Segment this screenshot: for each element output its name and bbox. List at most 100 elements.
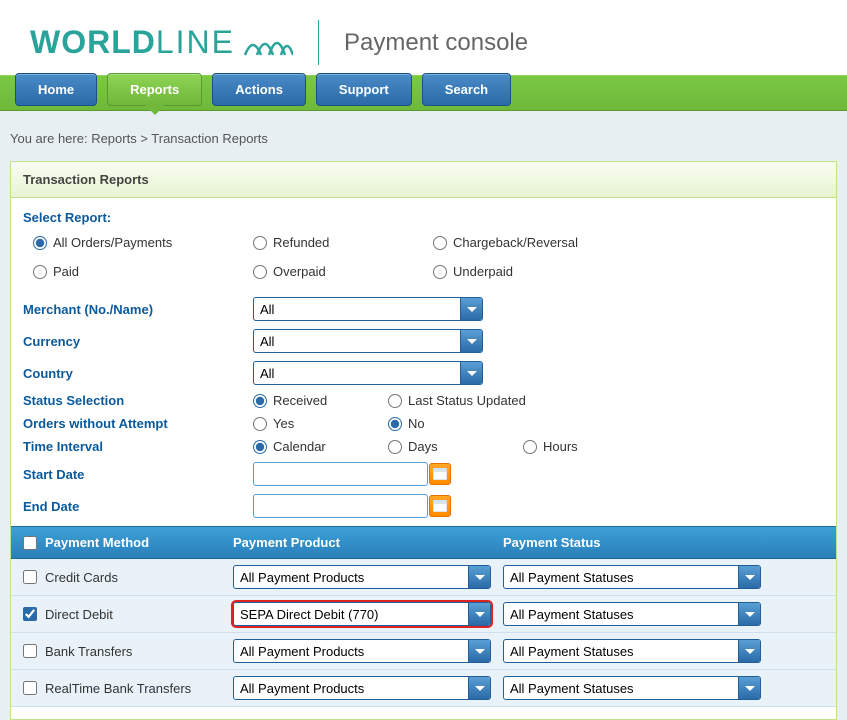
radio-attempt-yes[interactable]: Yes — [253, 416, 348, 431]
payment-status-value[interactable] — [503, 602, 761, 626]
radio-overpaid[interactable]: Overpaid — [253, 264, 433, 279]
content: You are here: Reports > Transaction Repo… — [0, 111, 847, 720]
orders-without-attempt-label: Orders without Attempt — [23, 416, 253, 431]
row-checkbox[interactable] — [23, 644, 37, 658]
payment-product-select[interactable] — [233, 565, 491, 589]
row-method-label: RealTime Bank Transfers — [45, 681, 191, 696]
radio-underpaid[interactable]: Underpaid — [433, 264, 633, 279]
radio-refunded-input[interactable] — [253, 236, 267, 250]
radio-all-orders-label: All Orders/Payments — [53, 235, 172, 250]
end-date-calendar-button[interactable] — [429, 495, 451, 517]
payment-status-select[interactable] — [503, 565, 761, 589]
logo-text-world: WORLD — [30, 24, 156, 61]
payment-product-select[interactable] — [233, 676, 491, 700]
radio-attempt-yes-input[interactable] — [253, 417, 267, 431]
payment-status-select[interactable] — [503, 602, 761, 626]
calendar-icon — [433, 468, 447, 480]
radio-refunded[interactable]: Refunded — [253, 235, 433, 250]
end-date-input[interactable] — [253, 494, 428, 518]
country-select[interactable] — [253, 361, 483, 385]
radio-underpaid-label: Underpaid — [453, 264, 513, 279]
radio-all-orders[interactable]: All Orders/Payments — [33, 235, 253, 250]
radio-all-orders-input[interactable] — [33, 236, 47, 250]
row-method-label: Credit Cards — [45, 570, 118, 585]
radio-chargeback[interactable]: Chargeback/Reversal — [433, 235, 633, 250]
payment-product-value[interactable] — [233, 602, 491, 626]
radio-chargeback-input[interactable] — [433, 236, 447, 250]
table-row: Direct Debit — [11, 596, 836, 633]
radio-last-updated-input[interactable] — [388, 394, 402, 408]
header-checkbox[interactable] — [23, 536, 37, 550]
radio-attempt-no-label: No — [408, 416, 425, 431]
radio-calendar-input[interactable] — [253, 440, 267, 454]
nav-reports[interactable]: Reports — [107, 73, 202, 106]
breadcrumb: You are here: Reports > Transaction Repo… — [10, 126, 837, 161]
currency-label: Currency — [23, 334, 253, 349]
merchant-label: Merchant (No./Name) — [23, 302, 253, 317]
radio-last-updated[interactable]: Last Status Updated — [388, 393, 526, 408]
radio-refunded-label: Refunded — [273, 235, 329, 250]
payment-table: Payment Method Payment Product Payment S… — [11, 526, 836, 707]
country-label: Country — [23, 366, 253, 381]
payment-product-value[interactable] — [233, 639, 491, 663]
time-interval-label: Time Interval — [23, 439, 253, 454]
nav-actions[interactable]: Actions — [212, 73, 306, 106]
radio-attempt-no-input[interactable] — [388, 417, 402, 431]
table-row: Credit Cards — [11, 559, 836, 596]
country-select-value[interactable] — [253, 361, 483, 385]
start-date-calendar-button[interactable] — [429, 463, 451, 485]
payment-status-select[interactable] — [503, 639, 761, 663]
logo-text-line: LINE — [156, 24, 235, 61]
calendar-icon — [433, 500, 447, 512]
logo-subtitle: Payment console — [344, 29, 528, 57]
radio-received-label: Received — [273, 393, 327, 408]
radio-chargeback-label: Chargeback/Reversal — [453, 235, 578, 250]
payment-product-value[interactable] — [233, 676, 491, 700]
table-row: RealTime Bank Transfers — [11, 670, 836, 707]
row-checkbox[interactable] — [23, 570, 37, 584]
radio-overpaid-label: Overpaid — [273, 264, 326, 279]
currency-select-value[interactable] — [253, 329, 483, 353]
payment-product-select[interactable] — [233, 639, 491, 663]
radio-days[interactable]: Days — [388, 439, 483, 454]
radio-calendar[interactable]: Calendar — [253, 439, 348, 454]
row-method-label: Direct Debit — [45, 607, 113, 622]
report-radio-group: All Orders/Payments Refunded Chargeback/… — [33, 235, 824, 279]
radio-overpaid-input[interactable] — [253, 265, 267, 279]
nav-search[interactable]: Search — [422, 73, 511, 106]
th-payment-method: Payment Method — [45, 535, 149, 550]
radio-attempt-no[interactable]: No — [388, 416, 483, 431]
radio-received-input[interactable] — [253, 394, 267, 408]
table-header: Payment Method Payment Product Payment S… — [11, 526, 836, 559]
row-method-label: Bank Transfers — [45, 644, 132, 659]
radio-hours[interactable]: Hours — [523, 439, 618, 454]
payment-status-value[interactable] — [503, 565, 761, 589]
radio-underpaid-input[interactable] — [433, 265, 447, 279]
row-checkbox[interactable] — [23, 607, 37, 621]
radio-paid-input[interactable] — [33, 265, 47, 279]
radio-calendar-label: Calendar — [273, 439, 326, 454]
payment-status-value[interactable] — [503, 676, 761, 700]
payment-product-value[interactable] — [233, 565, 491, 589]
radio-hours-label: Hours — [543, 439, 578, 454]
radio-days-input[interactable] — [388, 440, 402, 454]
radio-hours-input[interactable] — [523, 440, 537, 454]
payment-status-select[interactable] — [503, 676, 761, 700]
start-date-label: Start Date — [23, 467, 253, 482]
radio-received[interactable]: Received — [253, 393, 348, 408]
merchant-select[interactable] — [253, 297, 483, 321]
nav-support[interactable]: Support — [316, 73, 412, 106]
row-checkbox[interactable] — [23, 681, 37, 695]
radio-last-updated-label: Last Status Updated — [408, 393, 526, 408]
merchant-select-value[interactable] — [253, 297, 483, 321]
radio-paid[interactable]: Paid — [33, 264, 253, 279]
status-selection-label: Status Selection — [23, 393, 253, 408]
currency-select[interactable] — [253, 329, 483, 353]
th-payment-product: Payment Product — [233, 535, 503, 550]
payment-status-value[interactable] — [503, 639, 761, 663]
th-payment-status: Payment Status — [503, 535, 773, 550]
nav-home[interactable]: Home — [15, 73, 97, 106]
panel-title: Transaction Reports — [11, 162, 836, 198]
start-date-input[interactable] — [253, 462, 428, 486]
payment-product-select[interactable] — [233, 602, 491, 626]
